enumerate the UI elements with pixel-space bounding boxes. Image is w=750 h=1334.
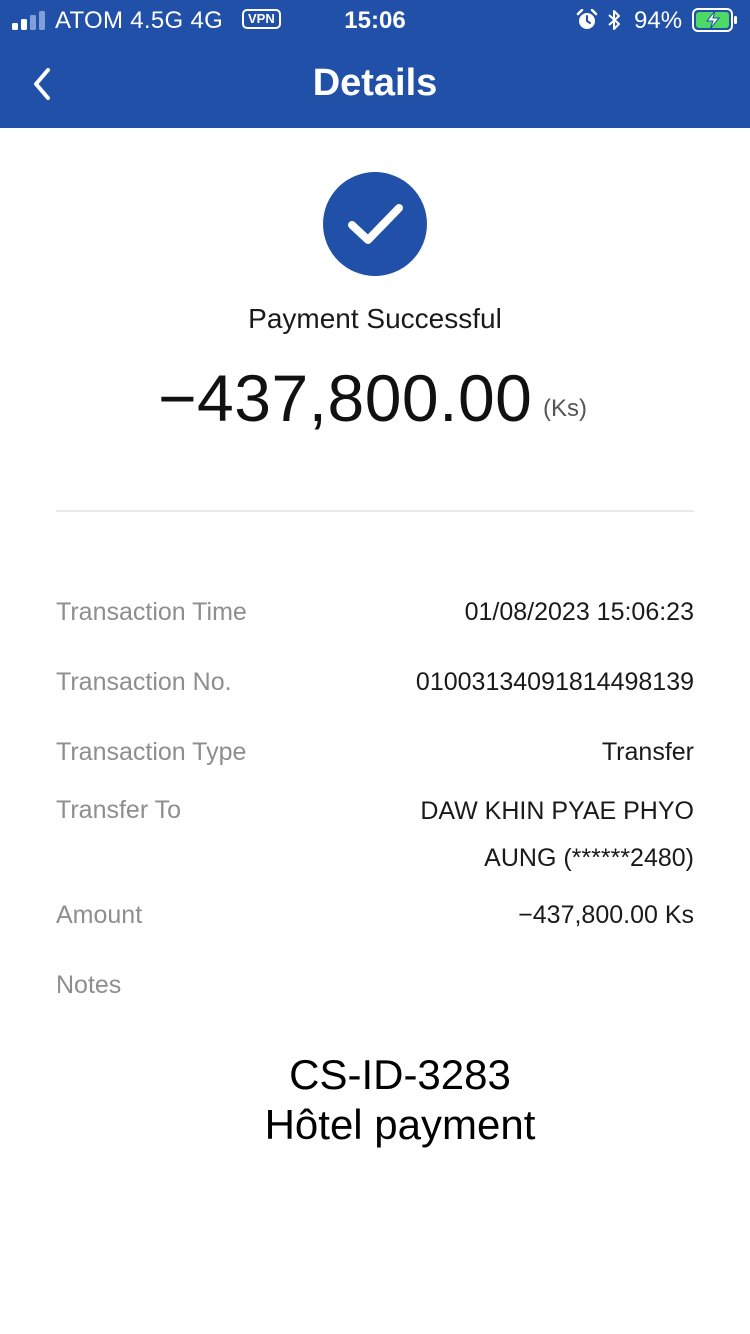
- transaction-no-label: Transaction No.: [56, 668, 232, 696]
- notes-text: CS-ID-3283 Hôtel payment: [0, 1050, 750, 1150]
- transaction-no-value: 01003134091814498139: [415, 668, 694, 696]
- amount-total: −437,800.00: [158, 361, 533, 435]
- amount-value: −437,800.00 Ks: [518, 901, 694, 929]
- amount-label: Amount: [56, 901, 143, 929]
- bluetooth-icon: [608, 10, 620, 30]
- battery-charging-icon: [692, 8, 737, 32]
- nav-bar: Details: [0, 40, 750, 128]
- battery-percent: 94%: [634, 7, 683, 34]
- transfer-to-value: DAW KHIN PYAE PHYO AUNG (******2480): [420, 788, 694, 882]
- transfer-to-account: AUNG (******2480): [484, 844, 694, 872]
- transfer-to-label: Transfer To: [56, 796, 182, 824]
- status-bar: ATOM 4.5G 4G VPN 15:06 94%: [0, 0, 750, 40]
- transaction-time-label: Transaction Time: [56, 598, 247, 626]
- transaction-type-label: Transaction Type: [56, 738, 247, 766]
- notes-line-2: Hôtel payment: [264, 1101, 536, 1148]
- check-circle-icon: [323, 172, 427, 276]
- app-header: ATOM 4.5G 4G VPN 15:06 94% Details: [0, 0, 750, 128]
- payment-status: Payment Successful: [248, 303, 502, 334]
- transaction-time-value: 01/08/2023 15:06:23: [464, 598, 694, 626]
- notes-label: Notes: [56, 971, 122, 999]
- transaction-type-value: Transfer: [601, 738, 694, 766]
- page-title: Details: [312, 62, 438, 104]
- alarm-icon: [576, 9, 598, 29]
- notes-line-1: CS-ID-3283: [289, 1051, 511, 1098]
- divider: [56, 510, 694, 512]
- transfer-to-name: DAW KHIN PYAE PHYO: [420, 797, 694, 825]
- currency-label: (Ks): [543, 395, 587, 422]
